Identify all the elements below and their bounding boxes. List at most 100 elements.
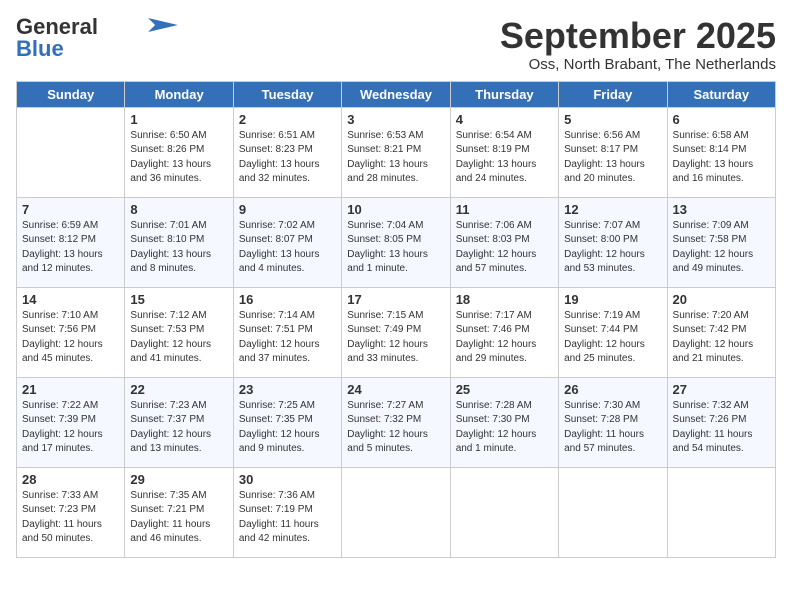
calendar-cell: 16 Sunrise: 7:14 AM Sunset: 7:51 PM Dayli… <box>233 287 341 377</box>
day-info: Sunrise: 7:10 AM Sunset: 7:56 PM Dayligh… <box>22 309 119 367</box>
day-number: 9 <box>239 202 336 217</box>
column-header-sunday: Sunday <box>17 81 125 107</box>
column-header-monday: Monday <box>125 81 233 107</box>
day-number: 26 <box>564 382 661 397</box>
calendar-cell: 5Sunrise: 6:56 AM Sunset: 8:17 PM Daylig… <box>559 107 667 197</box>
calendar-cell: 3 Sunrise: 6:53 AM Sunset: 8:21 PM Daylig… <box>342 107 450 197</box>
day-number: 27 <box>673 382 770 397</box>
calendar-cell: 15 Sunrise: 7:12 AM Sunset: 7:53 PM Dayli… <box>125 287 233 377</box>
calendar-cell: 14 Sunrise: 7:10 AM Sunset: 7:56 PM Dayli… <box>17 287 125 377</box>
day-info: Sunrise: 6:50 AM Sunset: 8:26 PM Dayligh… <box>130 129 227 187</box>
day-number: 10 <box>347 202 444 217</box>
logo-text: General <box>16 16 98 38</box>
calendar-cell: 2Sunrise: 6:51 AM Sunset: 8:23 PM Daylig… <box>233 107 341 197</box>
calendar-cell <box>342 467 450 557</box>
day-number: 24 <box>347 382 444 397</box>
calendar-cell: 9Sunrise: 7:02 AM Sunset: 8:07 PM Daylig… <box>233 197 341 287</box>
logo: General Blue <box>16 16 178 60</box>
day-info: Sunrise: 6:59 AM Sunset: 8:12 PM Dayligh… <box>22 219 119 277</box>
day-number: 19 <box>564 292 661 307</box>
day-info: Sunrise: 7:22 AM Sunset: 7:39 PM Dayligh… <box>22 399 119 457</box>
day-number: 3 <box>347 112 444 127</box>
day-info: Sunrise: 7:36 AM Sunset: 7:19 PM Dayligh… <box>239 489 336 547</box>
column-header-wednesday: Wednesday <box>342 81 450 107</box>
calendar-header-row: SundayMondayTuesdayWednesdayThursdayFrid… <box>17 81 776 107</box>
calendar-cell: 11 Sunrise: 7:06 AM Sunset: 8:03 PM Dayli… <box>450 197 558 287</box>
day-number: 5 <box>564 112 661 127</box>
day-number: 28 <box>22 472 119 487</box>
calendar-cell: 20 Sunrise: 7:20 AM Sunset: 7:42 PM Dayli… <box>667 287 775 377</box>
calendar-cell: 29 Sunrise: 7:35 AM Sunset: 7:21 PM Dayli… <box>125 467 233 557</box>
day-info: Sunrise: 7:09 AM Sunset: 7:58 PM Dayligh… <box>673 219 770 277</box>
day-info: Sunrise: 7:35 AM Sunset: 7:21 PM Dayligh… <box>130 489 227 547</box>
title-block: September 2025 Oss, North Brabant, The N… <box>500 16 776 73</box>
calendar-cell: 24 Sunrise: 7:27 AM Sunset: 7:32 PM Dayli… <box>342 377 450 467</box>
day-info: Sunrise: 7:30 AM Sunset: 7:28 PM Dayligh… <box>564 399 661 457</box>
location-subtitle: Oss, North Brabant, The Netherlands <box>500 56 776 73</box>
calendar-cell: 8 Sunrise: 7:01 AM Sunset: 8:10 PM Daylig… <box>125 197 233 287</box>
day-info: Sunrise: 6:53 AM Sunset: 8:21 PM Dayligh… <box>347 129 444 187</box>
logo-blue: Blue <box>16 38 64 60</box>
calendar-cell: 12 Sunrise: 7:07 AM Sunset: 8:00 PM Dayli… <box>559 197 667 287</box>
calendar-cell <box>17 107 125 197</box>
day-number: 29 <box>130 472 227 487</box>
calendar-cell: 30 Sunrise: 7:36 AM Sunset: 7:19 PM Dayli… <box>233 467 341 557</box>
calendar-cell: 26 Sunrise: 7:30 AM Sunset: 7:28 PM Dayli… <box>559 377 667 467</box>
day-number: 7 <box>22 202 119 217</box>
day-info: Sunrise: 7:23 AM Sunset: 7:37 PM Dayligh… <box>130 399 227 457</box>
day-number: 14 <box>22 292 119 307</box>
day-info: Sunrise: 7:07 AM Sunset: 8:00 PM Dayligh… <box>564 219 661 277</box>
calendar-cell: 7 Sunrise: 6:59 AM Sunset: 8:12 PM Daylig… <box>17 197 125 287</box>
calendar-cell: 19 Sunrise: 7:19 AM Sunset: 7:44 PM Dayli… <box>559 287 667 377</box>
calendar-cell: 27 Sunrise: 7:32 AM Sunset: 7:26 PM Dayli… <box>667 377 775 467</box>
day-info: Sunrise: 7:14 AM Sunset: 7:51 PM Dayligh… <box>239 309 336 367</box>
calendar-week-row: 7 Sunrise: 6:59 AM Sunset: 8:12 PM Daylig… <box>17 197 776 287</box>
calendar-table: SundayMondayTuesdayWednesdayThursdayFrid… <box>16 81 776 558</box>
day-number: 23 <box>239 382 336 397</box>
day-number: 12 <box>564 202 661 217</box>
day-number: 22 <box>130 382 227 397</box>
day-info: Sunrise: 7:19 AM Sunset: 7:44 PM Dayligh… <box>564 309 661 367</box>
column-header-saturday: Saturday <box>667 81 775 107</box>
day-number: 13 <box>673 202 770 217</box>
day-info: Sunrise: 6:54 AM Sunset: 8:19 PM Dayligh… <box>456 129 553 187</box>
column-header-tuesday: Tuesday <box>233 81 341 107</box>
day-number: 30 <box>239 472 336 487</box>
day-number: 21 <box>22 382 119 397</box>
day-number: 16 <box>239 292 336 307</box>
page-header: General Blue September 2025 Oss, North B… <box>16 16 776 73</box>
day-info: Sunrise: 7:20 AM Sunset: 7:42 PM Dayligh… <box>673 309 770 367</box>
calendar-cell: 28Sunrise: 7:33 AM Sunset: 7:23 PM Dayli… <box>17 467 125 557</box>
day-number: 8 <box>130 202 227 217</box>
day-number: 15 <box>130 292 227 307</box>
calendar-cell: 17Sunrise: 7:15 AM Sunset: 7:49 PM Dayli… <box>342 287 450 377</box>
logo-icon <box>148 18 178 32</box>
calendar-cell: 21 Sunrise: 7:22 AM Sunset: 7:39 PM Dayli… <box>17 377 125 467</box>
day-number: 17 <box>347 292 444 307</box>
day-number: 2 <box>239 112 336 127</box>
day-info: Sunrise: 7:06 AM Sunset: 8:03 PM Dayligh… <box>456 219 553 277</box>
day-number: 11 <box>456 202 553 217</box>
day-info: Sunrise: 7:32 AM Sunset: 7:26 PM Dayligh… <box>673 399 770 457</box>
calendar-cell: 23 Sunrise: 7:25 AM Sunset: 7:35 PM Dayli… <box>233 377 341 467</box>
day-info: Sunrise: 7:12 AM Sunset: 7:53 PM Dayligh… <box>130 309 227 367</box>
calendar-week-row: 21 Sunrise: 7:22 AM Sunset: 7:39 PM Dayli… <box>17 377 776 467</box>
calendar-cell <box>559 467 667 557</box>
calendar-cell: 10 Sunrise: 7:04 AM Sunset: 8:05 PM Dayli… <box>342 197 450 287</box>
day-number: 6 <box>673 112 770 127</box>
calendar-week-row: 1Sunrise: 6:50 AM Sunset: 8:26 PM Daylig… <box>17 107 776 197</box>
calendar-cell: 4 Sunrise: 6:54 AM Sunset: 8:19 PM Daylig… <box>450 107 558 197</box>
day-number: 20 <box>673 292 770 307</box>
day-info: Sunrise: 7:25 AM Sunset: 7:35 PM Dayligh… <box>239 399 336 457</box>
day-info: Sunrise: 7:27 AM Sunset: 7:32 PM Dayligh… <box>347 399 444 457</box>
calendar-cell: 13 Sunrise: 7:09 AM Sunset: 7:58 PM Dayli… <box>667 197 775 287</box>
day-info: Sunrise: 7:04 AM Sunset: 8:05 PM Dayligh… <box>347 219 444 277</box>
day-number: 4 <box>456 112 553 127</box>
day-number: 25 <box>456 382 553 397</box>
day-info: Sunrise: 7:01 AM Sunset: 8:10 PM Dayligh… <box>130 219 227 277</box>
day-info: Sunrise: 6:58 AM Sunset: 8:14 PM Dayligh… <box>673 129 770 187</box>
calendar-cell: 22 Sunrise: 7:23 AM Sunset: 7:37 PM Dayli… <box>125 377 233 467</box>
day-number: 18 <box>456 292 553 307</box>
calendar-week-row: 28Sunrise: 7:33 AM Sunset: 7:23 PM Dayli… <box>17 467 776 557</box>
day-info: Sunrise: 7:17 AM Sunset: 7:46 PM Dayligh… <box>456 309 553 367</box>
